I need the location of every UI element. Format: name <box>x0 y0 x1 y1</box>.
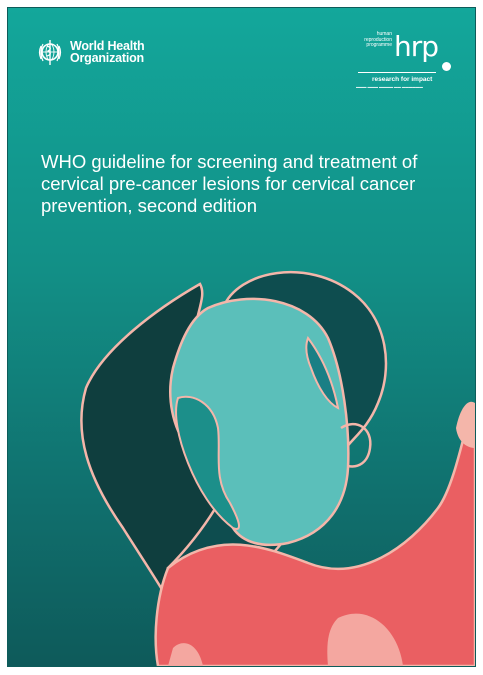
pink-accent-top <box>456 401 475 448</box>
cover-illustration <box>80 271 475 666</box>
report-cover: World Health Organization human reproduc… <box>8 8 475 666</box>
